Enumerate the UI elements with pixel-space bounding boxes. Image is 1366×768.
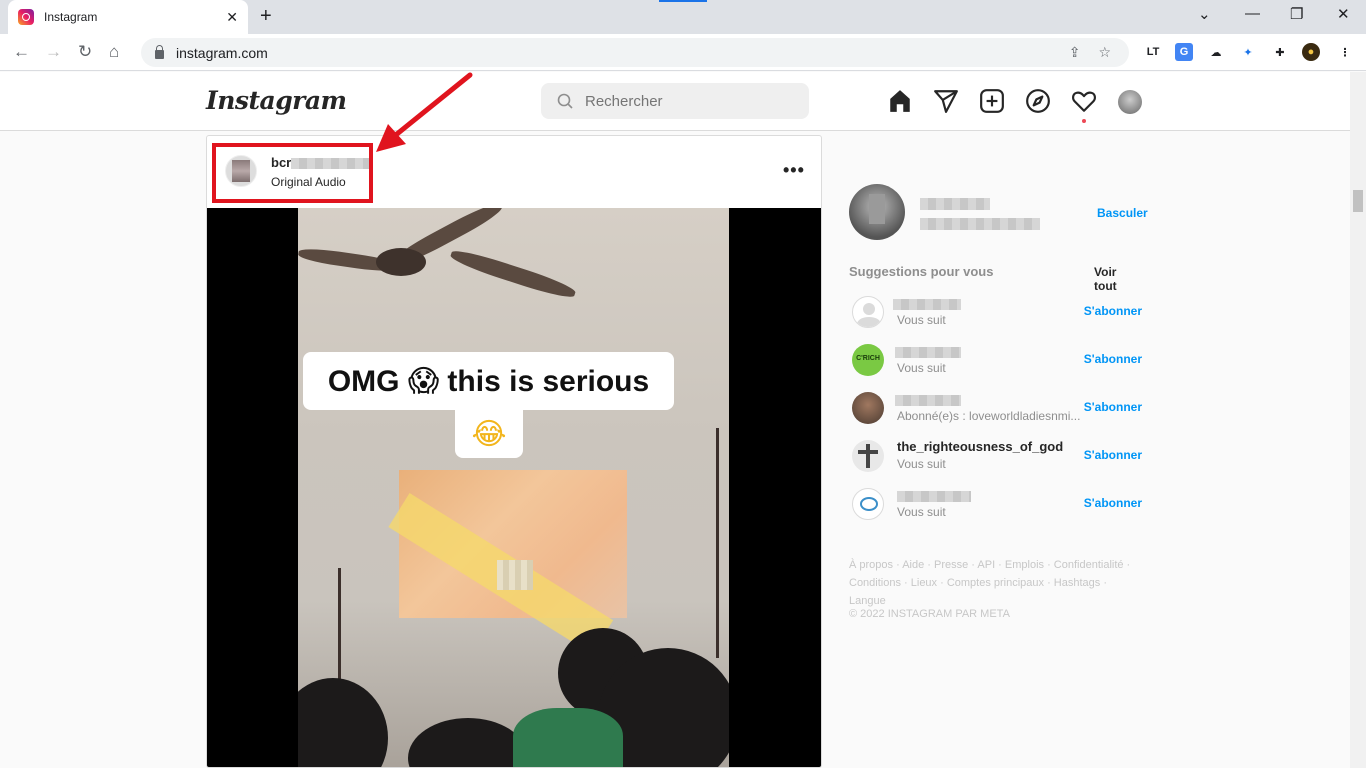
blurred-username [895, 347, 961, 358]
switch-account-link[interactable]: Basculer [1097, 206, 1148, 220]
suggestion-username[interactable]: the_righteousness_of_god [897, 439, 1063, 454]
languagetool-extension-icon[interactable]: LT [1144, 43, 1162, 61]
ceiling-fan-motor [376, 248, 426, 276]
notification-dot [1082, 119, 1086, 123]
audience-shirt [513, 708, 623, 767]
suggestion-item: Abonné(e)s : loveworldladiesnmi... S'abo… [849, 388, 1142, 428]
tab-close-icon[interactable]: ✕ [226, 9, 238, 26]
instagram-logo[interactable]: Instagram [206, 86, 347, 115]
tab-search-icon[interactable]: ⌄ [1198, 5, 1211, 23]
suggestion-subtitle: Vous suit [897, 505, 946, 519]
post-video[interactable]: OMG 😱 this is serious 😂 [207, 208, 821, 767]
minimize-window-icon[interactable]: — [1245, 5, 1260, 22]
blurred-username [895, 395, 961, 406]
laughing-emoji: 😂 [471, 416, 507, 452]
copyright-text: © 2022 INSTAGRAM PAR META [849, 608, 1010, 620]
profile-avatar-icon[interactable]: ● [1302, 43, 1320, 61]
address-bar[interactable]: instagram.com ⇪ ☆ [141, 38, 1129, 67]
activity-heart-icon[interactable] [1071, 88, 1097, 114]
profile-avatar[interactable] [1118, 90, 1142, 114]
blurred-area [497, 560, 533, 590]
close-window-icon[interactable]: ✕ [1337, 5, 1350, 23]
blurred-username [893, 299, 961, 310]
suggestion-item: C'RICH Vous suit S'abonner [849, 340, 1142, 380]
green-logo-avatar[interactable]: C'RICH [852, 344, 884, 376]
tab-loading-indicator [659, 0, 707, 2]
post-header: bcr Original Audio ••• [207, 136, 821, 208]
new-tab-button[interactable]: + [260, 5, 272, 28]
blurred-current-fullname [920, 218, 1040, 230]
logo-avatar[interactable] [852, 488, 884, 520]
scrollbar-thumb[interactable] [1353, 190, 1363, 212]
current-user-avatar[interactable] [849, 184, 905, 240]
home-icon[interactable]: ⌂ [109, 42, 119, 62]
restore-window-icon[interactable]: ❐ [1290, 5, 1303, 23]
suggestion-subtitle: Vous suit [897, 313, 946, 327]
extension-blue-icon[interactable]: ✦ [1239, 43, 1257, 61]
suggestions-title: Suggestions pour vous [849, 264, 994, 279]
video-frame: OMG 😱 this is serious 😂 [298, 208, 729, 767]
translate-extension-icon[interactable]: G [1175, 43, 1193, 61]
wall-frame [716, 428, 719, 658]
browser-tab-bar: Instagram ✕ + ⌄ — ❐ ✕ [0, 0, 1366, 34]
forward-arrow-icon[interactable]: → [45, 42, 62, 62]
suggestion-item: Vous suit S'abonner [849, 484, 1142, 524]
video-caption-emoji: 😂 [455, 410, 523, 458]
cross-avatar[interactable] [852, 440, 884, 472]
default-avatar-icon[interactable] [852, 296, 884, 328]
lock-icon[interactable] [155, 45, 164, 59]
tab-title: Instagram [44, 10, 98, 24]
footer-links[interactable]: À propos · Aide · Presse · API · Emplois… [849, 556, 1142, 610]
cloud-extension-icon[interactable]: ☁ [1207, 43, 1225, 61]
wall-frame [338, 568, 341, 688]
bookmark-star-icon[interactable]: ☆ [1098, 44, 1111, 61]
follow-button[interactable]: S'abonner [1084, 448, 1142, 462]
reload-icon[interactable]: ↻ [78, 42, 92, 62]
feed-post: bcr Original Audio ••• OMG � [206, 135, 822, 768]
back-arrow-icon[interactable]: ← [13, 42, 30, 62]
projector-screen [388, 470, 627, 655]
new-post-icon[interactable] [979, 88, 1005, 114]
suggestion-subtitle: Abonné(e)s : loveworldladiesnmi... [897, 409, 1081, 423]
extensions-puzzle-icon[interactable]: ✚ [1271, 43, 1289, 61]
follow-button[interactable]: S'abonner [1084, 304, 1142, 318]
share-icon[interactable]: ⇪ [1069, 44, 1081, 61]
browser-tab-instagram[interactable]: Instagram ✕ [8, 0, 248, 34]
follow-button[interactable]: S'abonner [1084, 496, 1142, 510]
url-text[interactable]: instagram.com [176, 45, 1069, 61]
blurred-username [897, 491, 971, 502]
blurred-current-username [920, 198, 990, 210]
explore-icon[interactable] [1025, 88, 1051, 114]
page-scrollbar[interactable] [1350, 72, 1366, 768]
browser-toolbar: ← → ↻ ⌂ instagram.com ⇪ ☆ LT G ☁ ✦ ✚ ● ⋮ [0, 34, 1366, 71]
suggestion-item: the_righteousness_of_god Vous suit S'abo… [849, 436, 1142, 476]
suggestion-item: Vous suit S'abonner [849, 292, 1142, 332]
direct-message-icon[interactable] [933, 88, 959, 114]
more-options-icon[interactable]: ••• [783, 160, 805, 181]
home-icon[interactable] [887, 88, 913, 114]
follow-button[interactable]: S'abonner [1084, 400, 1142, 414]
chrome-menu-icon[interactable]: ⋮ [1336, 43, 1354, 61]
video-caption: OMG 😱 this is serious [303, 352, 674, 410]
highlight-box [212, 143, 373, 203]
follow-button[interactable]: S'abonner [1084, 352, 1142, 366]
see-all-link[interactable]: Voir tout [1094, 265, 1142, 293]
suggestion-subtitle: Vous suit [897, 457, 946, 471]
audience-head [408, 718, 528, 767]
instagram-favicon-icon [18, 9, 34, 25]
audience-head [298, 678, 388, 767]
instagram-header: Instagram [0, 72, 1350, 131]
search-input[interactable] [585, 92, 785, 110]
search-icon [557, 93, 573, 109]
photo-avatar[interactable] [852, 392, 884, 424]
suggestion-subtitle: Vous suit [897, 361, 946, 375]
search-box[interactable] [541, 83, 809, 119]
ceiling-fan-blade [448, 246, 578, 302]
